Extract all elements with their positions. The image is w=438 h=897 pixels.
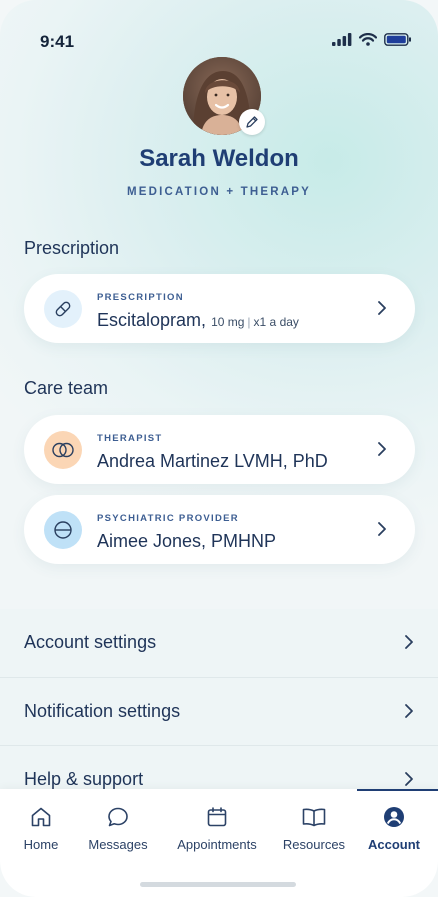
calendar-icon [207, 807, 227, 827]
signal-icon [332, 33, 352, 46]
chevron-right-icon [378, 442, 386, 456]
book-icon [302, 808, 326, 827]
provider-kicker: PSYCHIATRIC PROVIDER [97, 513, 239, 524]
medication-name: Escitalopram, [97, 310, 207, 330]
therapist-card[interactable]: THERAPIST Andrea Martinez LVMH, PhD [24, 415, 415, 484]
chevron-right-icon [378, 522, 386, 536]
home-icon [31, 807, 51, 827]
settings-list: Account settings Notification settings H… [0, 609, 438, 809]
prescription-kicker: PRESCRIPTION [97, 292, 184, 303]
profile-avatar-container[interactable] [183, 57, 265, 135]
pencil-icon [246, 116, 258, 128]
tab-home[interactable]: Home [10, 789, 72, 859]
account-settings-label: Account settings [24, 632, 157, 652]
prescription-card[interactable]: PRESCRIPTION Escitalopram, 10 mg | x1 a da… [24, 274, 415, 343]
provider-icon-circle [44, 511, 82, 549]
tab-account-label: Account [368, 837, 420, 852]
therapist-icon-circle [44, 431, 82, 469]
status-time: 9:41 [40, 32, 75, 51]
battery-icon [384, 33, 411, 46]
profile-plan: MEDICATION + THERAPY [126, 186, 312, 198]
therapist-kicker: THERAPIST [97, 433, 163, 444]
tab-appointments-label: Appointments [177, 837, 257, 852]
chevron-right-icon [405, 772, 413, 786]
tab-resources-label: Resources [282, 837, 346, 852]
wifi-icon [359, 33, 377, 46]
notification-settings-label: Notification settings [24, 701, 181, 721]
tab-account[interactable]: Account [358, 789, 430, 859]
psychiatric-provider-card[interactable]: PSYCHIATRIC PROVIDER Aimee Jones, PMHNP [24, 495, 415, 564]
provider-name: Aimee Jones, PMHNP [97, 531, 277, 551]
edit-avatar-button[interactable] [239, 109, 265, 135]
chevron-right-icon [405, 635, 413, 649]
chevron-right-icon [405, 704, 413, 718]
home-indicator[interactable] [140, 882, 296, 887]
tab-messages-label: Messages [88, 837, 148, 852]
status-bar: 9:41 [0, 30, 438, 54]
pill-icon [55, 301, 71, 317]
therapy-rings-icon [52, 442, 74, 458]
tab-bar: Home Messages Appointments Resources Acc… [0, 789, 438, 897]
dose-separator: | [247, 315, 251, 329]
tab-resources[interactable]: Resources [276, 789, 352, 859]
care-team-section-title: Care team [24, 378, 109, 398]
prescription-section-title: Prescription [24, 238, 120, 258]
profile-name: Sarah Weldon [139, 145, 299, 172]
chevron-right-icon [378, 301, 386, 315]
tab-messages[interactable]: Messages [82, 789, 154, 859]
tab-home-label: Home [23, 837, 59, 852]
medication-frequency: x1 a day [253, 315, 299, 329]
notification-settings-row[interactable]: Notification settings [0, 677, 438, 745]
therapist-name: Andrea Martinez LVMH, PhD [97, 451, 328, 471]
chat-bubble-icon [108, 807, 128, 827]
account-settings-row[interactable]: Account settings [0, 609, 438, 677]
account-icon [384, 807, 404, 827]
prescription-value: Escitalopram, 10 mg | x1 a day [97, 310, 299, 331]
tab-appointments[interactable]: Appointments [168, 789, 266, 859]
medication-dose: 10 mg [211, 315, 245, 329]
help-support-label: Help & support [24, 769, 144, 789]
pill-half-icon [54, 521, 72, 539]
prescription-icon-circle [44, 290, 82, 328]
account-screen: 9:41 Sarah Weldon MEDICATION + THERAPY P… [0, 0, 438, 897]
